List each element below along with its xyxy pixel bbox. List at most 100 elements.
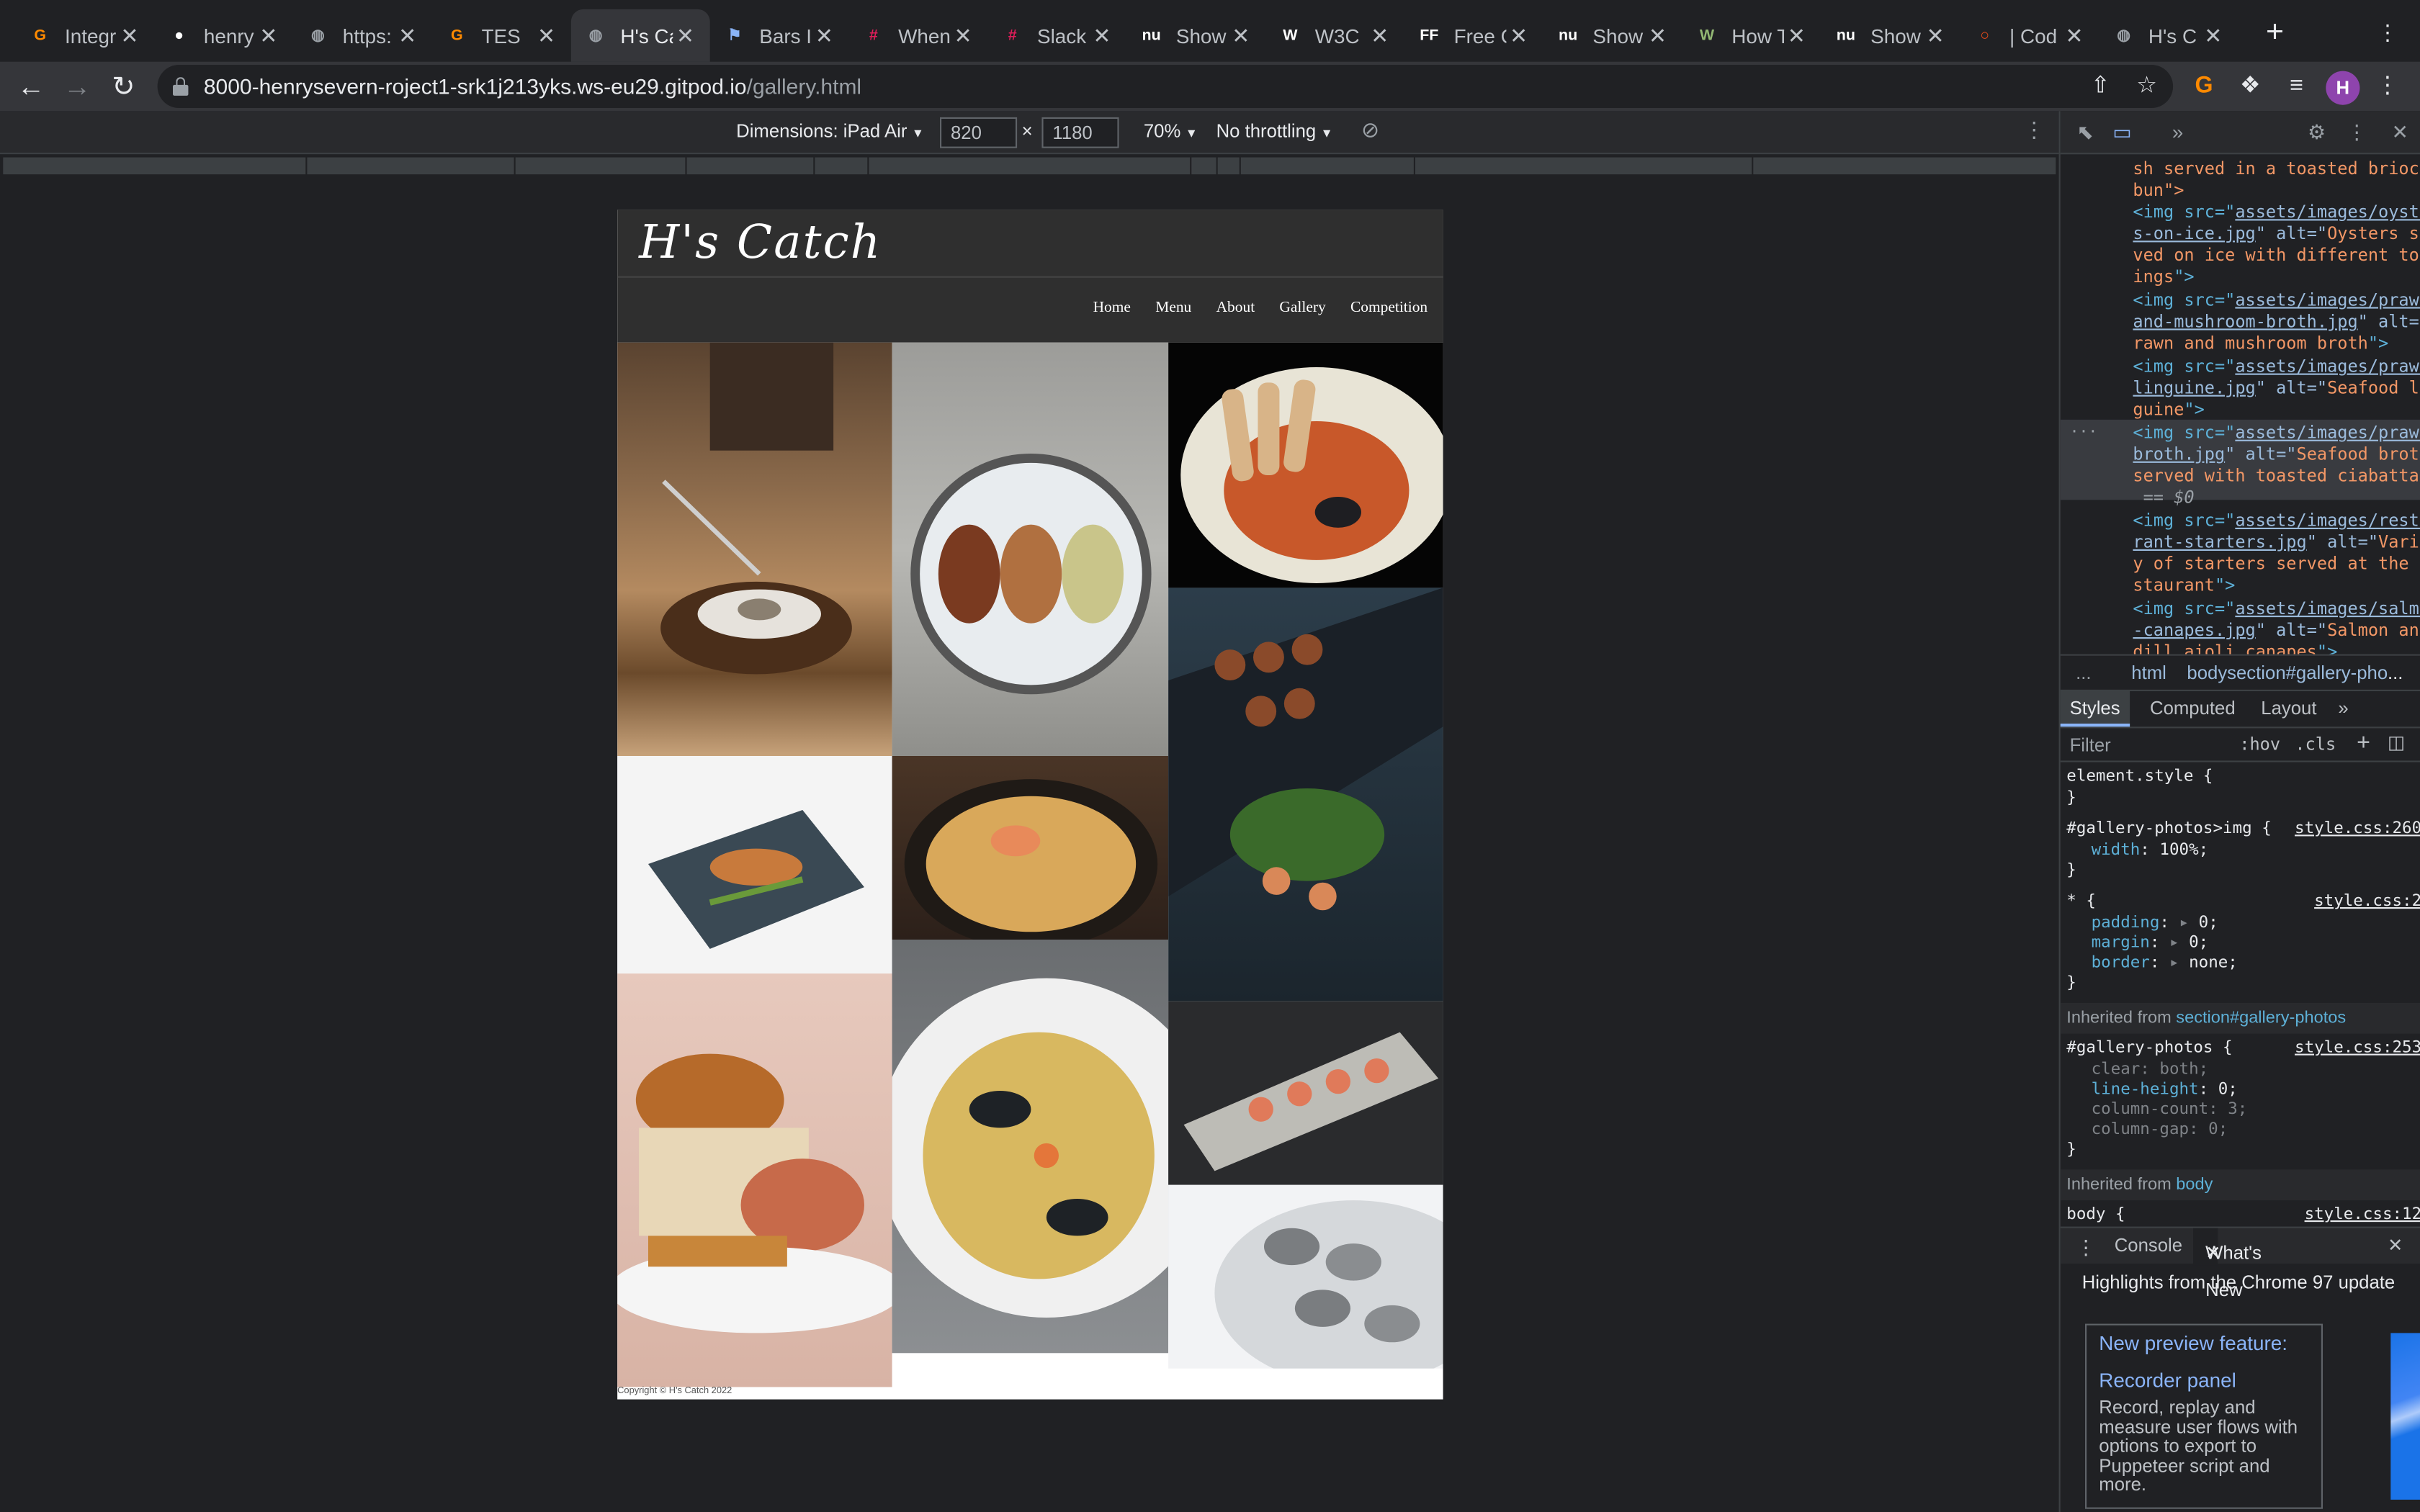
breadcrumb-ellipsis[interactable]: ...	[2076, 662, 2091, 683]
tab-8[interactable]: nu Show ✕	[1126, 9, 1265, 62]
tab-5[interactable]: ⚑ Bars I ✕	[710, 9, 849, 62]
new-rule-plus-icon[interactable]: +	[2357, 730, 2370, 756]
rule1-selector[interactable]: #gallery-photos>img {	[2066, 819, 2271, 840]
inherited-target-link[interactable]: section#gallery-photos	[2176, 1009, 2346, 1027]
back-button[interactable]: ←	[12, 68, 49, 104]
dom-line[interactable]: and-mushroom-broth.jpg" alt="P	[2133, 312, 2420, 334]
dom-line[interactable]: served with toasted ciabatta">	[2133, 466, 2420, 488]
gallery-photo-scallops-skewers[interactable]	[1168, 588, 1443, 1002]
dom-line[interactable]: s-on-ice.jpg" alt="Oysters ser	[2133, 224, 2420, 246]
close-tab-icon[interactable]: ✕	[1229, 22, 1253, 48]
more-tabs-icon[interactable]: »	[2165, 120, 2190, 145]
width-input[interactable]: 820	[940, 117, 1018, 148]
rule2-prop-padding[interactable]: padding	[2092, 914, 2160, 932]
gallery-photo-prawn-broth[interactable]	[892, 756, 1169, 940]
dom-token-link[interactable]: assets/images/prawn-	[2235, 423, 2420, 443]
nav-competition[interactable]: Competition	[1350, 300, 1428, 317]
tab-6[interactable]: # When ✕	[849, 9, 988, 62]
rule3-prop-column-count[interactable]: column-count	[2092, 1100, 2209, 1119]
dom-line[interactable]: dill aioli canapes">	[2133, 642, 2337, 654]
gallery-photo-chef-oyster[interactable]	[617, 342, 892, 757]
tab-4[interactable]: ◍ H's Ca✕	[570, 9, 710, 62]
dom-token-link[interactable]: assets/images/prawn-	[2235, 290, 2420, 310]
tab-14[interactable]: ○ | Cod ✕	[1960, 9, 2099, 62]
dom-line[interactable]: staurant">	[2133, 575, 2235, 598]
hov-toggle[interactable]: :hov	[2239, 734, 2280, 755]
rule2-prop-margin[interactable]: margin	[2092, 933, 2150, 952]
dom-token-link[interactable]: assets/images/prawn-	[2235, 356, 2420, 377]
throttling-select[interactable]: No throttling ▼	[1216, 120, 1333, 142]
dom-line[interactable]: sh served in a toasted brioche	[2133, 159, 2420, 181]
close-tab-icon[interactable]: ✕	[1923, 22, 1948, 48]
height-input[interactable]: 1180	[1041, 117, 1119, 148]
share-icon[interactable]: ⇧	[2084, 69, 2118, 103]
tab-11[interactable]: nu Show ✕	[1543, 9, 1682, 62]
close-tab-icon[interactable]: ✕	[1506, 22, 1531, 48]
dom-token-link2[interactable]: broth.jpg	[2133, 444, 2225, 464]
dom-line[interactable]: bun">	[2133, 181, 2184, 203]
tab-whats-new[interactable]: What's New ✕	[2193, 1228, 2262, 1300]
rule3-selector[interactable]: #gallery-photos {	[2066, 1038, 2232, 1058]
dom-line[interactable]: <img src="assets/images/prawn-	[2133, 290, 2420, 312]
close-tab-icon[interactable]: ✕	[951, 22, 975, 48]
rule3-value-column-gap[interactable]: 0;	[2208, 1120, 2228, 1139]
breadcrumb-more[interactable]: ...	[2388, 662, 2403, 683]
profile-avatar[interactable]: H	[2326, 71, 2360, 105]
close-devtools-icon[interactable]: ✕	[2388, 120, 2412, 145]
gallery-photo-lobster-roll[interactable]	[617, 973, 892, 1387]
inherited-target-link[interactable]: body	[2176, 1176, 2213, 1194]
rule1-prop-name[interactable]: width	[2092, 841, 2141, 860]
media-control-icon[interactable]: ≡	[2280, 69, 2313, 103]
breadcrumb-section[interactable]: section#gallery-pho	[2227, 662, 2388, 683]
close-tab-icon[interactable]: ✕	[117, 22, 142, 48]
dom-line[interactable]: <img src="assets/images/prawn-	[2133, 356, 2420, 379]
tab-1[interactable]: ● henry ✕	[154, 9, 293, 62]
gallery-photo-oysters[interactable]	[1168, 1184, 1443, 1369]
reload-button[interactable]: ↻	[105, 68, 142, 104]
dom-token-link[interactable]: assets/images/salmon	[2235, 598, 2420, 618]
dom-line[interactable]: y of starters served at the re	[2133, 554, 2420, 576]
rule3-value-clear[interactable]: both;	[2159, 1060, 2208, 1079]
close-tab-icon[interactable]: ✕	[1090, 22, 1114, 48]
rule4-selector[interactable]: body {	[2066, 1205, 2125, 1225]
close-tab-icon[interactable]: ✕	[1645, 22, 1670, 48]
expand-triangle-icon[interactable]: ▸	[2169, 933, 2179, 952]
close-tab-icon[interactable]: ✕	[2062, 22, 2087, 48]
tab-2[interactable]: ◍ https: ✕	[293, 9, 432, 62]
nav-gallery[interactable]: Gallery	[1279, 300, 1325, 317]
tab-0[interactable]: G Integr ✕	[15, 9, 154, 62]
dom-line[interactable]: -canapes.jpg" alt="Salmon and	[2133, 620, 2420, 642]
dom-token-link[interactable]: assets/images/oyster	[2235, 202, 2420, 222]
tab-7[interactable]: # Slack ✕	[987, 9, 1126, 62]
dimensions-select[interactable]: Dimensions: iPad Air ▼	[736, 120, 924, 142]
tab-layout[interactable]: Layout	[2261, 698, 2316, 719]
nav-home[interactable]: Home	[1093, 300, 1131, 317]
zoom-select[interactable]: 70% ▼	[1144, 120, 1198, 142]
dom-line[interactable]: rant-starters.jpg" alt="Variet	[2133, 532, 2420, 554]
expand-triangle-icon[interactable]: ▸	[2169, 953, 2179, 972]
extensions-puzzle-icon[interactable]: ❖	[2233, 69, 2267, 103]
rule3-source-link[interactable]: style.css:253	[2295, 1038, 2420, 1058]
dom-token-link2[interactable]: rant-starters.jpg	[2133, 532, 2306, 552]
close-drawer-icon[interactable]: ✕	[2388, 1234, 2403, 1256]
close-tab-icon[interactable]: ✕	[1368, 22, 1392, 48]
forward-button[interactable]: →	[58, 68, 95, 104]
dom-line[interactable]: ved on ice with different topp	[2133, 246, 2420, 268]
address-bar[interactable]: 8000-henrysevern-roject1-srk1j213yks.ws-…	[157, 65, 2174, 108]
rule2-value-padding[interactable]: 0;	[2199, 914, 2218, 932]
site-logo-title[interactable]: H's Catch	[639, 216, 882, 270]
dom-line[interactable]: <img src="assets/images/oyster	[2133, 202, 2420, 225]
rule3-value-column-count[interactable]: 3;	[2228, 1100, 2247, 1119]
gitpod-extension-icon[interactable]: G	[2187, 69, 2220, 103]
rule3-prop-line-height[interactable]: line-height	[2092, 1080, 2199, 1099]
feature-card[interactable]: New preview feature: Recorder panel Reco…	[2085, 1323, 2323, 1509]
rule2-source-link[interactable]: style.css:2	[2314, 892, 2420, 912]
device-toggle-icon[interactable]: ▭	[2110, 120, 2134, 145]
gallery-photo-fish-slate[interactable]	[617, 756, 892, 974]
breadcrumb-html[interactable]: html	[2131, 662, 2166, 683]
close-tab-icon[interactable]: ✕	[673, 22, 697, 48]
tab-more[interactable]: »	[2338, 698, 2348, 719]
close-tab-icon[interactable]: ✕	[256, 22, 281, 48]
cls-toggle[interactable]: .cls	[2295, 734, 2336, 755]
rule3-value-line-height[interactable]: 0;	[2218, 1080, 2238, 1099]
